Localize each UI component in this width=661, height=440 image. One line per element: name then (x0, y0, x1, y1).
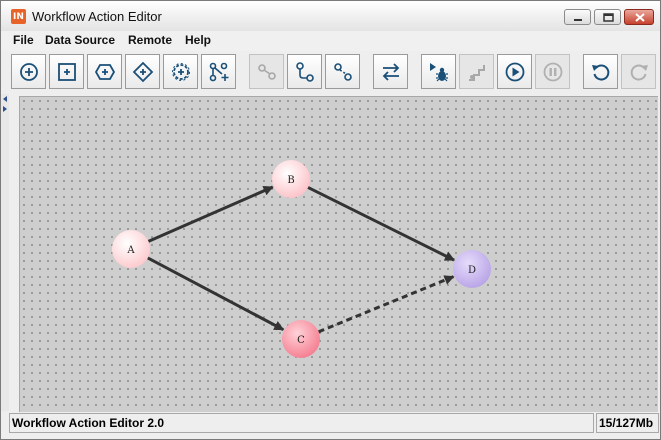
node-d[interactable]: D (453, 250, 491, 288)
undo-button[interactable] (583, 54, 618, 89)
minimize-icon (574, 19, 582, 21)
menu-help[interactable]: Help (185, 33, 211, 47)
workflow-canvas[interactable]: A B C D (19, 96, 658, 412)
debug-run-button[interactable] (421, 54, 456, 89)
link-nodes-icon (257, 63, 276, 80)
node-c[interactable]: C (282, 320, 320, 358)
connect-nodes-icon (295, 61, 314, 82)
node-a[interactable]: A (112, 230, 150, 268)
add-branch-icon (209, 62, 228, 81)
memory-indicator: 15/127Mb (596, 413, 659, 433)
step-icon (468, 64, 485, 81)
add-diamond-node-icon (132, 61, 153, 82)
node-label: C (297, 335, 305, 346)
add-square-node-button[interactable] (49, 54, 84, 89)
add-square-node-icon (57, 62, 76, 81)
connect-dashed-button[interactable] (325, 54, 360, 89)
edge-c-d[interactable] (318, 275, 455, 334)
add-gear-node-button[interactable] (163, 54, 198, 89)
edge-b-d[interactable] (307, 186, 455, 262)
close-button[interactable] (624, 9, 654, 25)
add-hexagon-node-button[interactable] (87, 54, 122, 89)
debug-run-icon (429, 62, 448, 81)
app-logo-icon: IN (11, 9, 26, 24)
workflow-graph[interactable]: A B C D (20, 97, 658, 412)
menu-bar: File Data Source Remote Help (1, 31, 660, 51)
title-bar[interactable]: IN Workflow Action Editor (1, 1, 660, 32)
add-diamond-node-button[interactable] (125, 54, 160, 89)
node-label: B (287, 175, 294, 186)
play-button[interactable] (497, 54, 532, 89)
edge-a-b[interactable] (147, 185, 274, 243)
window-title: Workflow Action Editor (32, 9, 162, 24)
toolbar (1, 51, 660, 93)
add-circle-node-icon (19, 62, 38, 81)
node-label: A (126, 245, 135, 256)
connect-nodes-button[interactable] (287, 54, 322, 89)
collapse-arrows-icon (3, 96, 7, 112)
connect-dashed-icon (333, 62, 352, 81)
add-gear-node-icon (171, 62, 190, 81)
menu-file[interactable]: File (13, 33, 34, 47)
swap-direction-button[interactable] (373, 54, 408, 89)
minimize-button[interactable] (564, 9, 591, 25)
link-nodes-button[interactable] (249, 54, 284, 89)
swap-direction-icon (382, 62, 399, 81)
pause-button[interactable] (535, 54, 570, 89)
node-label: D (468, 265, 476, 276)
undo-icon (591, 64, 609, 80)
add-hexagon-node-icon (94, 63, 115, 80)
menu-remote[interactable]: Remote (128, 33, 172, 47)
status-message: Workflow Action Editor 2.0 (9, 413, 594, 433)
app-window: IN Workflow Action Editor File Data Sour… (0, 0, 661, 440)
step-button[interactable] (459, 54, 494, 89)
play-icon (505, 62, 524, 81)
close-icon (635, 13, 645, 22)
collapse-strip[interactable] (1, 94, 9, 411)
menu-data-source[interactable]: Data Source (45, 33, 115, 47)
redo-icon (630, 64, 648, 80)
add-circle-node-button[interactable] (11, 54, 46, 89)
pause-icon (543, 62, 562, 81)
maximize-icon (603, 13, 614, 22)
add-branch-button[interactable] (201, 54, 236, 89)
node-b[interactable]: B (272, 160, 310, 198)
status-bar: Workflow Action Editor 2.0 15/127Mb (9, 413, 659, 433)
maximize-button[interactable] (594, 9, 621, 25)
redo-button[interactable] (621, 54, 656, 89)
edge-a-c[interactable] (147, 256, 285, 331)
